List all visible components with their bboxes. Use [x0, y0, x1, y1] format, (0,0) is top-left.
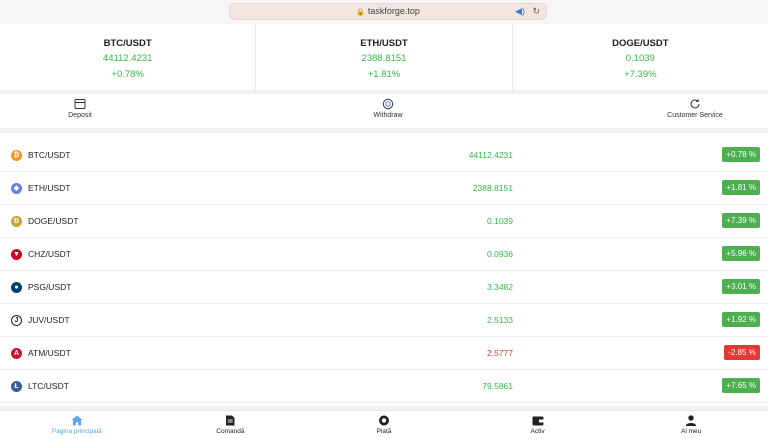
market-row[interactable]: A ATM/USDT 2.5777 -2.85 %: [0, 337, 768, 370]
ticker-price: 0.1039: [625, 53, 655, 64]
change-badge: +3.01 %: [722, 279, 760, 294]
market-price: 2.5133: [487, 315, 513, 325]
market-price: 0.1039: [487, 216, 513, 226]
ticker-change: +1.81%: [367, 69, 401, 80]
market-row[interactable]: ₿ BTC/USDT 44112.4231 +0.78 %: [0, 139, 768, 172]
market-pair: LTC/USDT: [28, 381, 69, 391]
dogecoin-icon: Ð: [11, 216, 22, 227]
ticker-symbol: DOGE/USDT: [612, 38, 669, 49]
chiliz-icon: ▼: [11, 249, 22, 260]
market-price: 44112.4231: [468, 150, 513, 160]
customer-service-label: Customer Service: [667, 112, 723, 119]
market-price: 0.0936: [487, 249, 513, 259]
market-price: 3.3482: [487, 282, 513, 292]
customer-service-button[interactable]: Customer Service: [660, 98, 730, 119]
market-pair: BTC/USDT: [28, 150, 71, 160]
wallet-icon: [532, 416, 544, 426]
market-row[interactable]: Ł LTC/USDT 79.5861 +7.65 %: [0, 370, 768, 403]
change-badge: +0.78 %: [722, 147, 760, 162]
tab-label: Comandă: [216, 428, 245, 435]
change-badge: -2.85 %: [724, 345, 760, 360]
tab-profile[interactable]: Al meu: [614, 411, 768, 439]
ticker-change: +7.39%: [624, 69, 657, 80]
change-badge: +1.92 %: [722, 312, 760, 327]
withdraw-button[interactable]: Withdraw: [368, 98, 408, 119]
market-list: ₿ BTC/USDT 44112.4231 +0.78 % ◆ ETH/USDT…: [0, 133, 768, 406]
market-pair: JUV/USDT: [28, 315, 70, 325]
ticker-card[interactable]: ETH/USDT 2388.8151 +1.81%: [255, 24, 511, 90]
deposit-button[interactable]: Deposit: [60, 98, 100, 119]
tab-market[interactable]: Piață: [307, 411, 461, 439]
market-row[interactable]: ● PSG/USDT 3.3482 +3.01 %: [0, 271, 768, 304]
change-badge: +7.39 %: [722, 213, 760, 228]
change-badge: +1.81 %: [722, 180, 760, 195]
change-badge: +7.65 %: [722, 378, 760, 393]
refresh-icon: [690, 99, 700, 109]
ticker-card[interactable]: BTC/USDT 44112.4231 +0.78%: [0, 24, 255, 90]
market-price: 79.5861: [482, 381, 513, 391]
market-price: 2.5777: [487, 348, 513, 358]
tab-assets[interactable]: Activ: [461, 411, 615, 439]
ticker-price: 44112.4231: [102, 53, 153, 64]
ethereum-icon: ◆: [11, 183, 22, 194]
market-pair: ATM/USDT: [28, 348, 71, 358]
market-icon: [378, 415, 389, 426]
juventus-icon: J: [11, 315, 22, 326]
withdraw-icon: [382, 98, 394, 110]
deposit-label: Deposit: [68, 112, 92, 119]
user-icon: [685, 415, 697, 426]
change-badge: +5.96 %: [722, 246, 760, 261]
url-text: taskforge.top: [367, 6, 420, 16]
home-icon: [71, 415, 83, 426]
tab-home[interactable]: Pagina principală: [0, 411, 154, 439]
ticker-summary: BTC/USDT 44112.4231 +0.78% ETH/USDT 2388…: [0, 24, 768, 90]
market-pair: ETH/USDT: [28, 183, 71, 193]
market-row[interactable]: Ð DOGE/USDT 0.1039 +7.39 %: [0, 205, 768, 238]
tab-label: Piață: [376, 428, 392, 435]
tab-label: Al meu: [681, 428, 702, 435]
document-icon: [226, 415, 235, 426]
withdraw-label: Withdraw: [373, 112, 403, 119]
market-price: 2388.8151: [472, 183, 513, 193]
reload-icon[interactable]: ↻: [532, 6, 540, 16]
ticker-symbol: ETH/USDT: [360, 38, 408, 49]
tab-orders[interactable]: Comandă: [154, 411, 308, 439]
bitcoin-icon: ₿: [11, 150, 22, 161]
market-pair: PSG/USDT: [28, 282, 72, 292]
litecoin-icon: Ł: [11, 381, 22, 392]
market-row[interactable]: ◆ ETH/USDT 2388.8151 +1.81 %: [0, 172, 768, 205]
ticker-card[interactable]: DOGE/USDT 0.1039 +7.39%: [511, 24, 768, 90]
market-row[interactable]: ▼ CHZ/USDT 0.0936 +5.96 %: [0, 238, 768, 271]
browser-toolbar: 🔒 taskforge.top ◀) ↻: [0, 0, 768, 24]
lock-icon: 🔒: [356, 9, 365, 16]
url-display: 🔒 taskforge.top: [230, 6, 546, 16]
quick-actions: Deposit Withdraw Customer Service: [0, 94, 768, 128]
market-row[interactable]: J JUV/USDT 2.5133 +1.92 %: [0, 304, 768, 337]
speaker-icon[interactable]: ◀): [515, 6, 525, 16]
tab-label: Pagina principală: [51, 428, 102, 435]
market-pair: CHZ/USDT: [28, 249, 71, 259]
atletico-icon: A: [11, 348, 22, 359]
ticker-price: 2388.8151: [361, 53, 407, 64]
tab-label: Activ: [530, 428, 545, 435]
ticker-change: +0.78%: [111, 69, 144, 80]
ticker-symbol: BTC/USDT: [103, 38, 152, 49]
address-bar[interactable]: 🔒 taskforge.top ◀) ↻: [229, 3, 547, 20]
deposit-icon: [74, 99, 86, 109]
bottom-navigation: Pagina principală Comandă Piață Activ Al…: [0, 410, 768, 439]
psg-icon: ●: [11, 282, 22, 293]
market-pair: DOGE/USDT: [28, 216, 79, 226]
